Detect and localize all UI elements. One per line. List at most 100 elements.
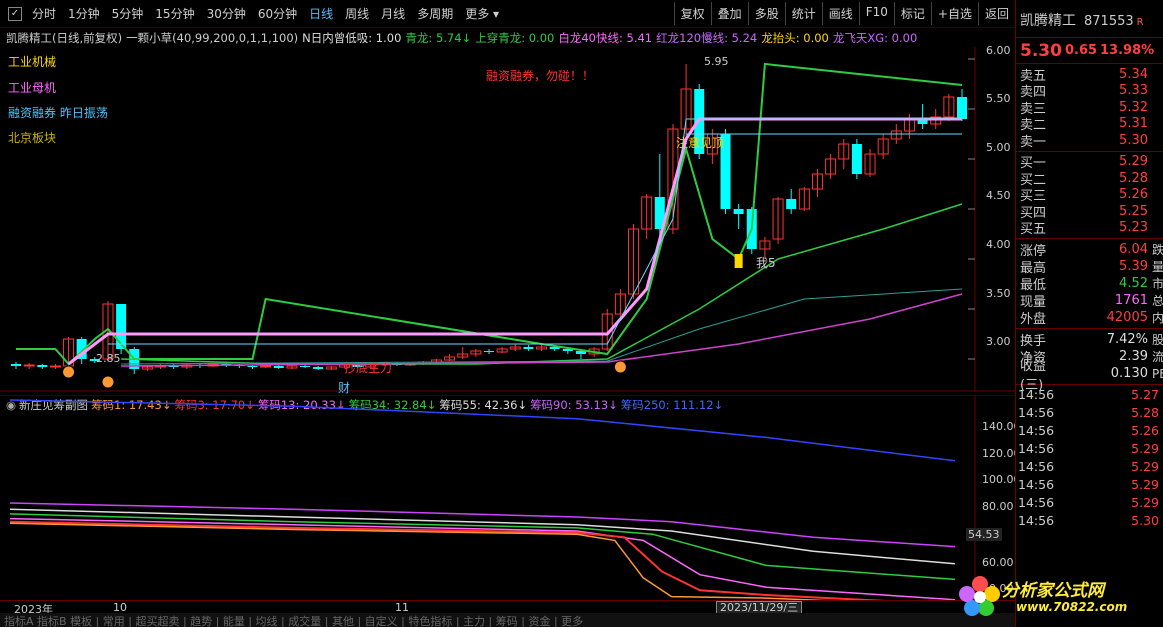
sell-label: 卖一 (1020, 134, 1047, 150)
tab-weekly[interactable]: 周线 (339, 5, 375, 22)
tab-daily[interactable]: 日线 (303, 5, 339, 22)
candle-body (49, 365, 61, 368)
candle-body (484, 351, 494, 352)
list-item[interactable]: 买五 5.23 (1016, 220, 1163, 237)
candle-body (260, 365, 272, 368)
table-row: 14:56 5.30 (1016, 511, 1163, 529)
list-item[interactable]: 卖二 5.31 (1016, 116, 1163, 133)
stat-value: 7.42% (1106, 332, 1148, 347)
list-item[interactable]: 卖一 5.30 (1016, 132, 1163, 150)
list-item[interactable]: 卖三 5.32 (1016, 99, 1163, 117)
stat-value: 1761 (1114, 293, 1148, 308)
list-item[interactable]: 卖五 5.34 (1016, 66, 1163, 84)
stats-block-2: 换手7.42%股净资2.39流收益(三)0.130PE (1016, 329, 1163, 393)
flower-logo-icon (959, 576, 1000, 616)
multi-stock-button[interactable]: 多股 (747, 2, 785, 25)
add-watchlist-button[interactable]: +自选 (930, 2, 978, 25)
tab-fenshi[interactable]: 分时 (26, 5, 62, 22)
price-tick: 5.00 (986, 141, 1011, 154)
sell-book: 卖五 5.34 卖四 5.33 卖三 5.32 卖二 5.31 卖一 5.30 (1016, 64, 1163, 152)
tab-15min[interactable]: 15分钟 (149, 5, 200, 22)
toolbar-actions: 复权 叠加 多股 统计 画线 F10 标记 +自选 返回 (673, 2, 1015, 25)
candle-body (37, 365, 48, 367)
stat-value: 2.39 (1119, 349, 1148, 364)
sector-label-machine-tool: 工业母机 (8, 81, 57, 95)
list-item[interactable]: 买三 5.26 (1016, 187, 1163, 204)
buy-book: 买一 5.29 买二 5.28 买三 5.26 买四 5.25 买五 5.23 (1016, 152, 1163, 239)
quote-header: 凯腾精工 871553 R (1016, 0, 1163, 38)
qinglong-value: 青龙: 5.74↓ (405, 31, 472, 45)
mark-button[interactable]: 标记 (893, 2, 931, 25)
stock-code: 871553 (1084, 14, 1134, 29)
tab-multi-period[interactable]: 多周期 (411, 5, 459, 22)
tick-time: 14:56 (1018, 494, 1055, 510)
tab-1min[interactable]: 1分钟 (62, 5, 106, 22)
date-axis: 2023年 10 11 2023/11/29/三 (0, 600, 1015, 616)
top-warning-label: 注意见顶 (676, 136, 725, 150)
list-item: 涨停 6.04 跌 (1016, 241, 1163, 259)
sector-label-margin: 融资融券 昨日振荡 (8, 106, 108, 120)
toolbar-checkbox[interactable]: ✓ (8, 6, 22, 21)
finance-marker[interactable]: 财 (338, 379, 350, 396)
stat-value: 5.39 (1119, 259, 1148, 274)
back-button[interactable]: 返回 (977, 2, 1015, 25)
sell-price: 5.30 (1119, 132, 1148, 148)
cyan-ref-line (108, 118, 962, 345)
stat-tail: 跌 (1152, 243, 1163, 257)
chip-current-value: 54.53 (966, 528, 1002, 541)
price-tick: 5.50 (986, 92, 1011, 105)
list-item[interactable]: 买四 5.25 (1016, 203, 1163, 221)
stat-tail: 市 (1152, 277, 1163, 291)
kline-svg[interactable] (0, 47, 1015, 392)
signal-smiley-icon (613, 360, 627, 374)
watermark-logo: 分析家公式网 www.70822.com (958, 570, 1148, 625)
stat-tail: 股 (1152, 333, 1163, 347)
honglong-value: 红龙120慢线: 5.24 (656, 31, 758, 45)
sell-price: 5.31 (1119, 116, 1148, 132)
formula-name[interactable]: 一颗小草(40,99,200,0,1,1,100) (126, 30, 302, 46)
list-item[interactable]: 买二 5.28 (1016, 170, 1163, 188)
overlay-button[interactable]: 叠加 (710, 2, 748, 25)
fuquan-button[interactable]: 复权 (673, 2, 711, 25)
tab-monthly[interactable]: 月线 (375, 5, 411, 22)
stat-value: 0.130 (1110, 366, 1148, 381)
tick-price: 5.29 (1131, 440, 1159, 456)
tab-more[interactable]: 更多 ▾ (459, 5, 505, 22)
tick-price: 5.29 (1131, 494, 1159, 510)
chip-sub-chart[interactable]: 140.00 120.00 100.00 80.00 60.00 40.00 5… (0, 395, 1021, 600)
f10-button[interactable]: F10 (858, 2, 894, 25)
candle-body (786, 199, 797, 209)
qinglong-line (16, 62, 963, 366)
tab-60min[interactable]: 60分钟 (252, 5, 303, 22)
candle-body (733, 209, 744, 214)
list-item[interactable]: 买一 5.29 (1016, 154, 1163, 171)
stat-tail: 流 (1152, 350, 1163, 364)
kline-chart[interactable]: 工业机械 工业母机 融资融券 昨日振荡 北京板块 融资融券，勿碰！！ 5.95 … (0, 44, 1015, 395)
tick-price: 5.26 (1131, 422, 1159, 438)
logo-url: www.70822.com (1016, 600, 1128, 614)
tick-time: 14:56 (1018, 476, 1055, 492)
price-tick: 6.00 (986, 44, 1011, 57)
ma-green-line (121, 203, 963, 365)
tab-30min[interactable]: 30分钟 (201, 5, 252, 22)
candle-body (313, 367, 324, 369)
chip-svg[interactable] (0, 395, 1015, 600)
buy-label: 买五 (1020, 222, 1047, 238)
tick-price: 5.30 (1131, 512, 1159, 528)
shangchuan-value: 上穿青龙: 0.00 (475, 31, 555, 45)
list-item: 最高 5.39 量 (1016, 258, 1163, 276)
draw-line-button[interactable]: 画线 (821, 2, 859, 25)
tab-5min[interactable]: 5分钟 (106, 5, 150, 22)
stock-title: 凯腾精工(日线,前复权) (6, 31, 123, 45)
stats-button[interactable]: 统计 (784, 2, 822, 25)
tick-time: 14:56 (1018, 440, 1055, 456)
buy-price: 5.28 (1119, 170, 1148, 186)
buy-price: 5.29 (1119, 154, 1148, 170)
longtaitou-value: 龙抬头: 0.00 (761, 31, 829, 45)
indicator-tabs-strip[interactable]: 指标A 指标B 模板 | 常用 | 超买超卖 | 趋势 | 能量 | 均线 | … (0, 613, 1015, 627)
list-item: 收益(三) 0.130 PE (1016, 359, 1163, 393)
tick-list: 14:56 5.27 14:56 5.28 14:56 5.26 14:56 5.29 14:5… (1016, 385, 1163, 529)
price-tick: 3.50 (986, 287, 1011, 300)
buy-price: 5.23 (1119, 220, 1148, 236)
list-item[interactable]: 卖四 5.33 (1016, 83, 1163, 100)
